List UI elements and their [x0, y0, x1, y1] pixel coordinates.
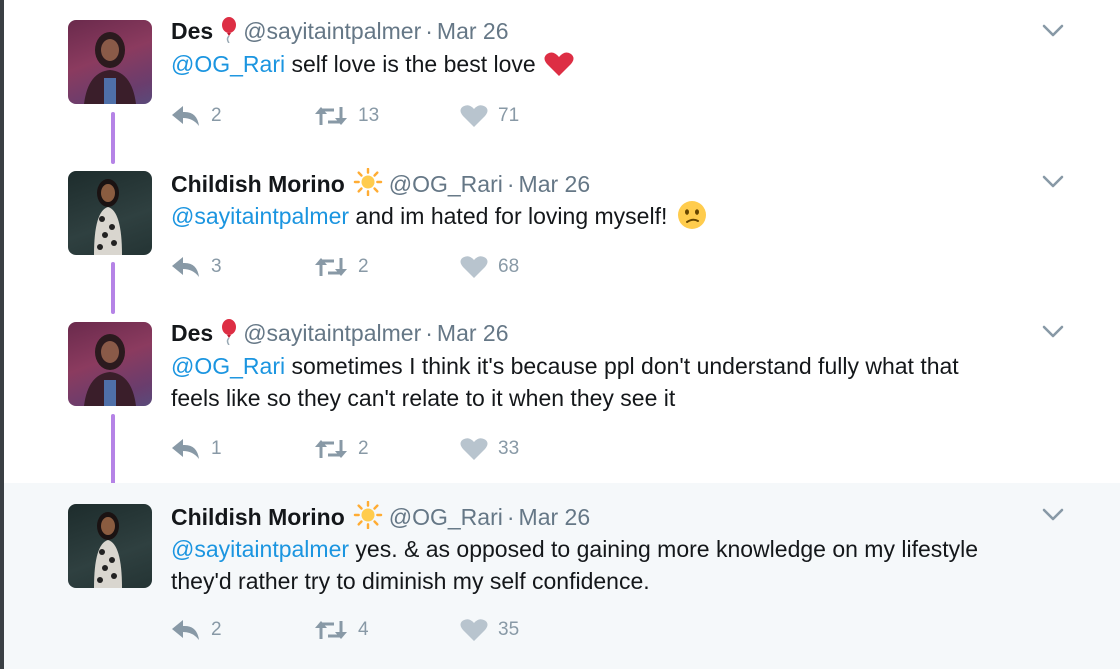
like-button[interactable]: 33: [460, 434, 519, 464]
user-handle[interactable]: @sayitaintpalmer: [243, 320, 421, 346]
reply-icon: [172, 257, 199, 277]
retweet-button[interactable]: 4: [314, 615, 369, 645]
heart-icon: [460, 105, 488, 127]
separator-dot: ·: [425, 320, 433, 346]
heart-icon: [460, 619, 488, 641]
tweet-text-line: @OG_Rari self love is the best love: [171, 48, 1071, 85]
balloon-icon: [221, 17, 237, 49]
reply-icon: [172, 620, 199, 640]
display-name[interactable]: Des: [171, 18, 213, 44]
avatar[interactable]: [68, 171, 152, 255]
like-count: 33: [498, 438, 520, 459]
tweet-text-line: @sayitaintpalmer and im hated for loving…: [171, 200, 1071, 238]
tweet-header: Des @sayitaintpalmer · Mar 26: [171, 319, 509, 351]
retweet-button[interactable]: 2: [314, 434, 369, 464]
reply-count: 3: [211, 256, 222, 277]
retweet-count: 2: [358, 438, 369, 459]
tweet-text-body: and im hated for loving myself!: [349, 203, 668, 229]
like-button[interactable]: 68: [460, 252, 519, 282]
retweet-count: 13: [358, 105, 380, 126]
tweet[interactable]: Childish Morino @OG_Rari · Mar 26 @sayitain…: [4, 150, 1120, 300]
retweet-button[interactable]: 13: [314, 101, 379, 131]
tweet-highlighted[interactable]: Childish Morino @OG_Rari · Mar 26 @sayitain…: [4, 483, 1120, 669]
display-name[interactable]: Childish Morino: [171, 171, 345, 197]
like-count: 35: [498, 619, 520, 640]
retweet-icon: [315, 107, 347, 125]
tweet-text-line: feels like so they can't relate to it wh…: [171, 385, 676, 411]
reply-count: 2: [211, 105, 222, 126]
like-button[interactable]: 71: [460, 101, 519, 131]
chevron-down-icon[interactable]: [1041, 22, 1065, 40]
chevron-down-icon[interactable]: [1041, 323, 1065, 341]
reply-button[interactable]: 3: [171, 252, 222, 282]
tweet-date[interactable]: Mar 26: [519, 504, 591, 530]
tweet-header: Childish Morino @OG_Rari · Mar 26: [171, 167, 591, 202]
retweet-icon: [315, 621, 347, 639]
display-name[interactable]: Childish Morino: [171, 504, 345, 530]
tweet-text-line: @sayitaintpalmer yes. & as opposed to ga…: [171, 533, 1071, 565]
user-handle[interactable]: @sayitaintpalmer: [243, 18, 421, 44]
tweet-header: Des @sayitaintpalmer · Mar 26: [171, 17, 509, 49]
retweet-icon: [315, 258, 347, 276]
user-handle[interactable]: @OG_Rari: [389, 171, 503, 197]
reply-button[interactable]: 1: [171, 434, 222, 464]
confused-face-icon: [677, 200, 707, 238]
display-name[interactable]: Des: [171, 320, 213, 346]
avatar[interactable]: [68, 504, 152, 588]
tweet-text-line: @OG_Rari sometimes I think it's because …: [171, 350, 1071, 382]
heart-icon: [460, 256, 488, 278]
reply-button[interactable]: 2: [171, 615, 222, 645]
tweet-actions: 3 2 68: [171, 252, 571, 282]
reply-count: 2: [211, 619, 222, 640]
tweet-actions: 1 2 33: [171, 434, 571, 464]
tweet-text-body: self love is the best love: [285, 51, 536, 77]
separator-dot: ·: [506, 504, 515, 530]
avatar[interactable]: [68, 322, 152, 406]
heart-emoji-icon: [544, 51, 574, 85]
tweet-text: @OG_Rari sometimes I think it's because …: [171, 350, 1071, 414]
reply-icon: [172, 106, 199, 126]
reply-icon: [172, 439, 199, 459]
mention-link[interactable]: @OG_Rari: [171, 51, 285, 77]
balloon-icon: [221, 319, 237, 351]
tweet-text: @sayitaintpalmer yes. & as opposed to ga…: [171, 533, 1071, 597]
user-handle[interactable]: @OG_Rari: [389, 504, 503, 530]
tweet-text-body: sometimes I think it's because ppl don't…: [285, 353, 959, 379]
tweet-text: @OG_Rari self love is the best love: [171, 48, 1071, 85]
tweet-text-body: yes. & as opposed to gaining more knowle…: [349, 536, 979, 562]
chevron-down-icon[interactable]: [1041, 173, 1065, 191]
reply-count: 1: [211, 438, 222, 459]
separator-dot: ·: [425, 18, 433, 44]
mention-link[interactable]: @sayitaintpalmer: [171, 536, 349, 562]
tweet-text-line: they'd rather try to diminish my self co…: [171, 568, 650, 594]
retweet-count: 2: [358, 256, 369, 277]
chevron-down-icon[interactable]: [1041, 506, 1065, 524]
tweet-date[interactable]: Mar 26: [437, 18, 509, 44]
reply-button[interactable]: 2: [171, 101, 222, 131]
retweet-button[interactable]: 2: [314, 252, 369, 282]
tweet-date[interactable]: Mar 26: [437, 320, 509, 346]
tweet-text: @sayitaintpalmer and im hated for loving…: [171, 200, 1071, 238]
sun-icon: [353, 167, 383, 202]
tweet-date[interactable]: Mar 26: [519, 171, 591, 197]
tweet[interactable]: Des @sayitaintpalmer · Mar 26 @OG_Rari some…: [4, 300, 1120, 483]
heart-icon: [460, 438, 488, 460]
mention-link[interactable]: @sayitaintpalmer: [171, 203, 349, 229]
separator-dot: ·: [506, 171, 515, 197]
tweet-header: Childish Morino @OG_Rari · Mar 26: [171, 500, 591, 535]
like-count: 68: [498, 256, 520, 277]
retweet-count: 4: [358, 619, 369, 640]
retweet-icon: [315, 440, 347, 458]
like-count: 71: [498, 105, 520, 126]
tweet[interactable]: Des @sayitaintpalmer · Mar 26 @OG_Rari self…: [4, 0, 1120, 150]
like-button[interactable]: 35: [460, 615, 519, 645]
tweet-actions: 2 4 35: [171, 615, 571, 645]
tweet-actions: 2 13 71: [171, 101, 571, 131]
avatar[interactable]: [68, 20, 152, 104]
sun-icon: [353, 500, 383, 535]
mention-link[interactable]: @OG_Rari: [171, 353, 285, 379]
